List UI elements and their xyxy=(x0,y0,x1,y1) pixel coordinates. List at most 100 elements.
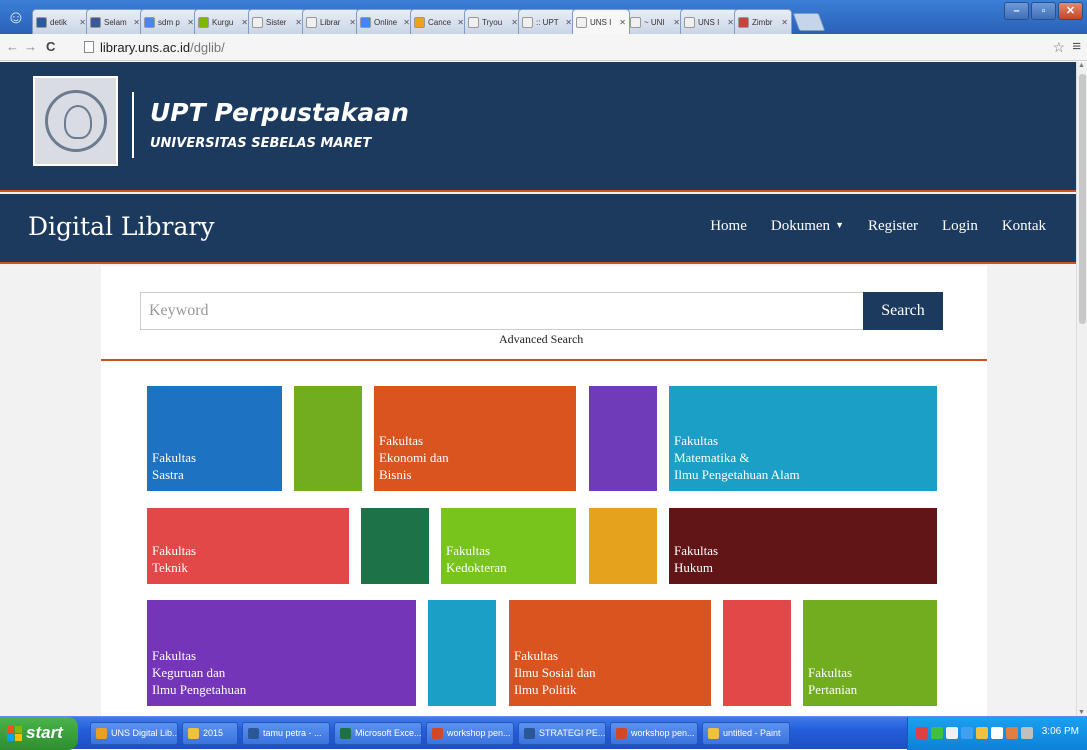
nav-kontak[interactable]: Kontak xyxy=(1002,218,1046,235)
close-icon[interactable]: ✕ xyxy=(1058,2,1083,20)
browser-tab[interactable]: Cance ✕ xyxy=(410,9,468,34)
url-path: /dglib/ xyxy=(190,40,225,55)
favicon-icon xyxy=(90,16,101,28)
user-profile-icon[interactable]: ☺ xyxy=(4,5,28,29)
tile-fakultas-mipa[interactable]: Fakultas Matematika & Ilmu Pengetahuan A… xyxy=(669,386,937,491)
browser-tab[interactable]: Online ✕ xyxy=(356,9,414,34)
favicon-icon xyxy=(306,16,317,28)
minimize-icon[interactable]: – xyxy=(1004,2,1029,20)
tile-fakultas-hukum[interactable]: Fakultas Hukum xyxy=(669,508,937,584)
nav-dokumen[interactable]: Dokumen ▼ xyxy=(771,218,844,235)
tile-fakultas-fisip[interactable]: Fakultas Ilmu Sosial dan Ilmu Politik xyxy=(509,600,711,706)
tile-label: Fakultas Ekonomi dan Bisnis xyxy=(379,433,449,482)
tile-fakultas-ekonomi-bisnis[interactable]: Fakultas Ekonomi dan Bisnis xyxy=(374,386,576,491)
site-header: UPT Perpustakaan UNIVERSITAS SEBELAS MAR… xyxy=(0,62,1076,192)
browser-tab[interactable]: Tryou ✕ xyxy=(464,9,522,34)
tab-label: Librar xyxy=(320,17,341,27)
tile-label: Fakultas Pertanian xyxy=(808,665,858,697)
favicon-icon xyxy=(738,16,749,28)
tray-icon[interactable] xyxy=(1021,727,1033,739)
browser-tab[interactable]: ~ UNI ✕ xyxy=(626,9,684,34)
tab-close-icon[interactable]: ✕ xyxy=(79,18,86,27)
taskbar-item[interactable]: 2015 xyxy=(182,722,238,745)
taskbar-item[interactable]: Microsoft Exce... xyxy=(334,722,422,745)
new-tab-button[interactable] xyxy=(792,13,826,31)
browser-tab[interactable]: :: UPT ✕ xyxy=(518,9,576,34)
tray-icon[interactable] xyxy=(931,727,943,739)
start-button[interactable]: start xyxy=(0,717,78,750)
taskbar-item-label: STRATEGI PE... xyxy=(539,728,606,738)
tray-icon[interactable] xyxy=(976,727,988,739)
browser-tab[interactable]: UNS I ✕ xyxy=(572,9,630,34)
taskbar-item[interactable]: UNS Digital Lib... xyxy=(90,722,178,745)
nav-register[interactable]: Register xyxy=(868,218,918,235)
nav-login[interactable]: Login xyxy=(942,218,978,235)
browser-tab[interactable]: Selam ✕ xyxy=(86,9,144,34)
tile-fakultas-teknik[interactable]: Fakultas Teknik xyxy=(147,508,349,584)
tab-close-icon[interactable]: ✕ xyxy=(727,18,734,27)
browser-tab[interactable]: Sister ✕ xyxy=(248,9,306,34)
back-icon[interactable]: ← xyxy=(6,39,19,54)
tray-icon[interactable] xyxy=(961,727,973,739)
tray-icon[interactable] xyxy=(991,727,1003,739)
tab-label: :: UPT xyxy=(536,17,559,27)
taskbar-item[interactable]: untitled - Paint xyxy=(702,722,790,745)
tile-fakultas-kedokteran[interactable]: Fakultas Kedokteran xyxy=(441,508,576,584)
menu-icon[interactable]: ≡ xyxy=(1072,38,1081,55)
tray-icon[interactable] xyxy=(916,727,928,739)
tab-close-icon[interactable]: ✕ xyxy=(133,18,140,27)
bookmark-star-icon[interactable]: ☆ xyxy=(1052,39,1065,56)
search-input[interactable] xyxy=(140,292,863,330)
app-icon xyxy=(616,728,627,739)
browser-tab[interactable]: UNS I ✕ xyxy=(680,9,738,34)
scroll-down-icon[interactable]: ▼ xyxy=(1078,709,1085,716)
taskbar-item[interactable]: STRATEGI PE... xyxy=(518,722,606,745)
browser-tab[interactable]: Kurgu ✕ xyxy=(194,9,252,34)
maximize-icon[interactable]: ▫ xyxy=(1031,2,1056,20)
tile-decor xyxy=(589,508,657,584)
tile-label: Fakultas Sastra xyxy=(152,450,197,482)
favicon-icon xyxy=(252,16,263,28)
tab-label: Cance xyxy=(428,17,452,27)
taskbar-item[interactable]: workshop pen... xyxy=(610,722,698,745)
url-host: library.uns.ac.id xyxy=(100,40,191,55)
tab-close-icon[interactable]: ✕ xyxy=(565,18,572,27)
tile-fakultas-pertanian[interactable]: Fakultas Pertanian xyxy=(803,600,937,706)
tab-close-icon[interactable]: ✕ xyxy=(349,18,356,27)
tab-close-icon[interactable]: ✕ xyxy=(295,18,302,27)
window-controls: – ▫ ✕ xyxy=(1002,2,1083,20)
url-field[interactable]: library.uns.ac.id/dglib/ xyxy=(84,38,1044,57)
page-scrollbar[interactable]: ▲ ▼ xyxy=(1076,62,1087,716)
tile-fakultas-sastra[interactable]: Fakultas Sastra xyxy=(147,386,282,491)
tab-close-icon[interactable]: ✕ xyxy=(511,18,518,27)
tab-close-icon[interactable]: ✕ xyxy=(187,18,194,27)
clock: 3:06 PM xyxy=(1041,726,1079,737)
favicon-icon xyxy=(414,16,425,28)
scroll-up-icon[interactable]: ▲ xyxy=(1078,62,1085,69)
reload-icon[interactable]: C xyxy=(46,39,55,54)
browser-tab[interactable]: Zimbr ✕ xyxy=(734,9,792,34)
search-button[interactable]: Search xyxy=(863,292,943,330)
taskbar-item[interactable]: tamu petra - ... xyxy=(242,722,330,745)
browser-tab[interactable]: Librar ✕ xyxy=(302,9,360,34)
taskbar-item[interactable]: workshop pen... xyxy=(426,722,514,745)
browser-tab[interactable]: detik ✕ xyxy=(32,9,90,34)
brand-link[interactable]: Digital Library xyxy=(28,212,214,241)
forward-icon[interactable]: → xyxy=(24,39,37,54)
tab-close-icon[interactable]: ✕ xyxy=(241,18,248,27)
tab-label: detik xyxy=(50,17,67,27)
browser-tab[interactable]: sdm p ✕ xyxy=(140,9,198,34)
nav-home[interactable]: Home xyxy=(710,218,747,235)
university-logo[interactable] xyxy=(33,76,118,166)
advanced-search-link[interactable]: Advanced Search xyxy=(499,332,583,347)
tray-icon[interactable] xyxy=(946,727,958,739)
scroll-thumb[interactable] xyxy=(1079,74,1086,324)
tab-close-icon[interactable]: ✕ xyxy=(403,18,410,27)
tab-close-icon[interactable]: ✕ xyxy=(781,18,788,27)
tab-close-icon[interactable]: ✕ xyxy=(619,18,626,27)
seal-icon xyxy=(44,90,107,152)
tab-close-icon[interactable]: ✕ xyxy=(673,18,680,27)
tray-icon[interactable] xyxy=(1006,727,1018,739)
tab-close-icon[interactable]: ✕ xyxy=(457,18,464,27)
tile-fakultas-keguruan[interactable]: Fakultas Keguruan dan Ilmu Pengetahuan xyxy=(147,600,416,706)
